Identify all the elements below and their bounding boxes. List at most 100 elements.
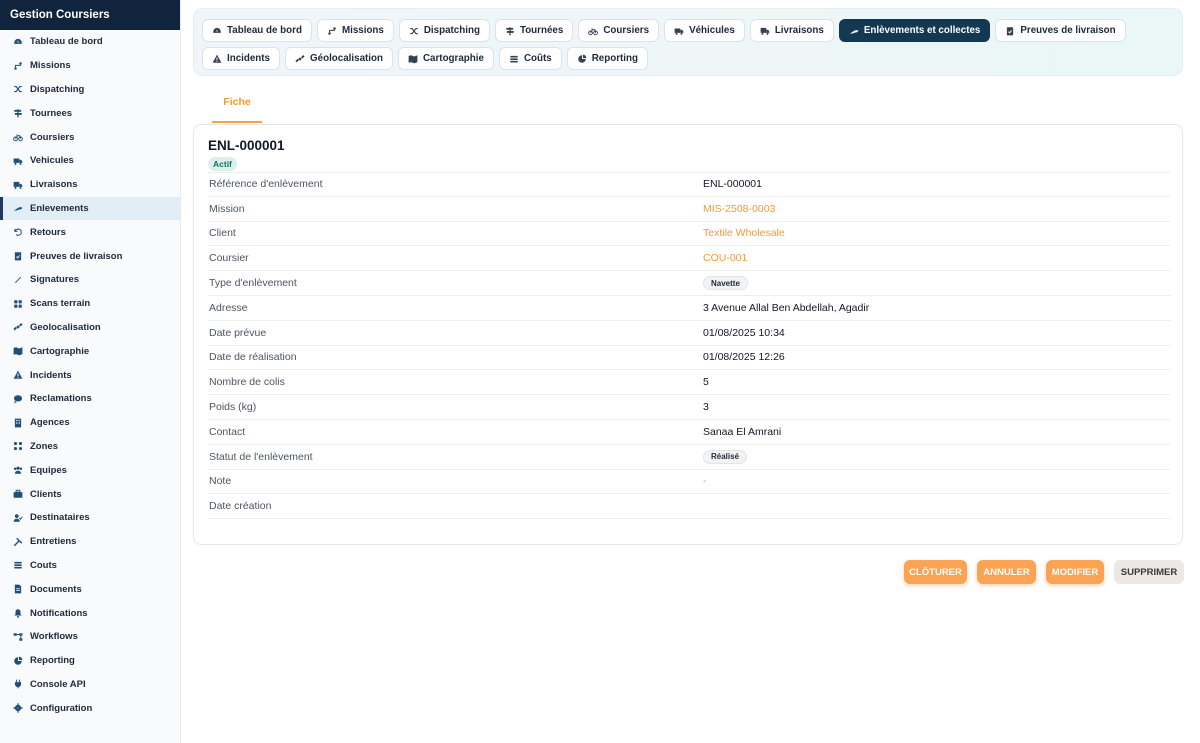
module-tab-preuves-de-livraison[interactable]: Preuves de livraison [995,19,1126,42]
sidebar-item-label: Tableau de bord [30,36,103,48]
sidebar-item-couts[interactable]: Couts [0,554,180,578]
sidebar-item-zones[interactable]: Zones [0,435,180,459]
module-tab-cartographie[interactable]: Cartographie [397,47,494,70]
sidebar-item-label: Couts [30,559,57,571]
module-tab-label: Coûts [523,53,552,64]
module-tab-couts[interactable]: Coûts [498,47,562,70]
field-value-link[interactable]: COU-001 [703,252,1171,264]
field-value-link[interactable]: MIS-2508-0003 [703,203,1171,215]
sidebar-item-label: Scans terrain [30,298,91,310]
delivery-truck-icon [12,179,23,190]
sidebar-item-clients[interactable]: Clients [0,482,180,506]
sidebar-item-workflows[interactable]: Workflows [0,625,180,649]
field-label: Référence d'enlèvement [209,178,323,191]
sidebar-item-reporting[interactable]: Reporting [0,649,180,673]
module-tab-label: Livraisons [774,25,824,36]
sidebar-item-geolocalisation[interactable]: Geolocalisation [0,316,180,340]
tab-fiche[interactable]: Fiche [212,96,262,123]
sidebar-item-label: Enlevements [30,202,89,214]
sidebar-item-label: Vehicules [30,155,74,167]
field-label: Client [209,227,236,240]
module-tab-incidents[interactable]: Incidents [202,47,281,70]
module-tab-label: Missions [341,25,384,36]
sidebar-item-label: Workflows [30,631,78,643]
gear-icon [12,703,23,714]
module-tab-reporting[interactable]: Reporting [566,47,648,70]
detail-row: Statut de l'enlèvement Réalisé [208,445,1171,470]
sidebar-item-documents[interactable]: Documents [0,577,180,601]
sidebar-item-label: Agences [30,417,70,429]
close-button[interactable]: CLÔTURER [904,560,967,584]
field-value: 3 [703,401,709,414]
building-icon [12,417,23,428]
pickup-icon [849,26,859,36]
sidebar-item-cartographie[interactable]: Cartographie [0,339,180,363]
sidebar-item-missions[interactable]: Missions [0,54,180,78]
sidebar-item-configuration[interactable]: Configuration [0,696,180,720]
sidebar-item-tournees[interactable]: Tournees [0,101,180,125]
sidebar-item-label: Clients [30,488,62,500]
document-icon [12,584,23,595]
sidebar-item-signatures[interactable]: Signatures [0,268,180,292]
sidebar-item-vehicules[interactable]: Vehicules [0,149,180,173]
detail-row: Date prévue 01/08/2025 10:34 [208,321,1171,346]
module-tab-label: Tournées [519,25,564,36]
module-tab-label: Enlèvements et collectes [863,25,981,36]
module-tab-dispatching[interactable]: Dispatching [398,19,490,42]
sidebar-item-label: Documents [30,583,82,595]
satellite-icon [12,322,23,333]
sidebar-item-tableau-de-bord[interactable]: Tableau de bord [0,30,180,54]
cancel-button[interactable]: ANNULER [977,560,1036,584]
sidebar-item-label: Retours [30,226,66,238]
sidebar-item-preuves-de-livraison[interactable]: Preuves de livraison [0,244,180,268]
module-tab-label: Preuves de livraison [1020,25,1116,36]
module-tab-label: Dispatching [423,25,480,36]
field-value-link[interactable]: Textile Wholesale [703,227,1171,239]
field-label: Adresse [209,301,248,314]
module-tab-missions[interactable]: Missions [316,19,394,42]
module-tab-geolocalisation[interactable]: Géolocalisation [285,47,393,70]
sidebar-item-dispatching[interactable]: Dispatching [0,78,180,102]
module-tab-label: Géolocalisation [310,53,383,64]
field-value: ENL-000001 [703,178,762,191]
module-tab-vehicules[interactable]: Véhicules [664,19,745,42]
module-tab-livraisons[interactable]: Livraisons [749,19,834,42]
dashboard-icon [212,26,222,36]
sidebar-item-agences[interactable]: Agences [0,411,180,435]
bicycle-icon [588,26,599,36]
module-tab-tournees[interactable]: Tournées [494,19,574,42]
sidebar-item-label: Zones [30,440,58,452]
sidebar-item-scans-terrain[interactable]: Scans terrain [0,292,180,316]
sidebar-item-livraisons[interactable]: Livraisons [0,173,180,197]
sidebar-item-label: Destinataires [30,512,90,524]
sidebar-item-label: Dispatching [30,83,85,95]
sidebar-item-destinataires[interactable]: Destinataires [0,506,180,530]
value-chip: Réalisé [703,449,748,464]
sidebar-item-label: Entretiens [30,536,77,548]
sidebar-item-console-api[interactable]: Console API [0,673,180,697]
sidebar-item-notifications[interactable]: Notifications [0,601,180,625]
module-tab-coursiers[interactable]: Coursiers [578,19,660,42]
field-label: Date prévue [209,326,267,339]
sidebar-item-label: Geolocalisation [30,321,101,333]
delete-button[interactable]: SUPPRIMER [1114,560,1184,584]
detail-row: Mission MIS-2508-0003 [208,197,1171,222]
field-value: 5 [703,376,709,389]
edit-button[interactable]: MODIFIER [1046,560,1104,584]
module-tab-label: Cartographie [422,53,484,64]
sidebar-item-coursiers[interactable]: Coursiers [0,125,180,149]
sidebar-item-retours[interactable]: Retours [0,220,180,244]
module-tab-enlevements-et-collectes[interactable]: Enlèvements et collectes [838,19,991,42]
detail-row: Client Textile Wholesale [208,222,1171,247]
sidebar-item-label: Missions [30,60,71,72]
sidebar-item-incidents[interactable]: Incidents [0,363,180,387]
map-icon [12,346,23,357]
sidebar-item-enlevements[interactable]: Enlevements [0,196,180,221]
signpost-icon [505,26,515,36]
sidebar-item-entretiens[interactable]: Entretiens [0,530,180,554]
field-value: 01/08/2025 12:26 [703,351,785,364]
module-tab-tableau-de-bord[interactable]: Tableau de bord [202,19,312,42]
sidebar-item-reclamations[interactable]: Reclamations [0,387,180,411]
truck-icon [12,155,23,166]
sidebar-item-equipes[interactable]: Equipes [0,458,180,482]
